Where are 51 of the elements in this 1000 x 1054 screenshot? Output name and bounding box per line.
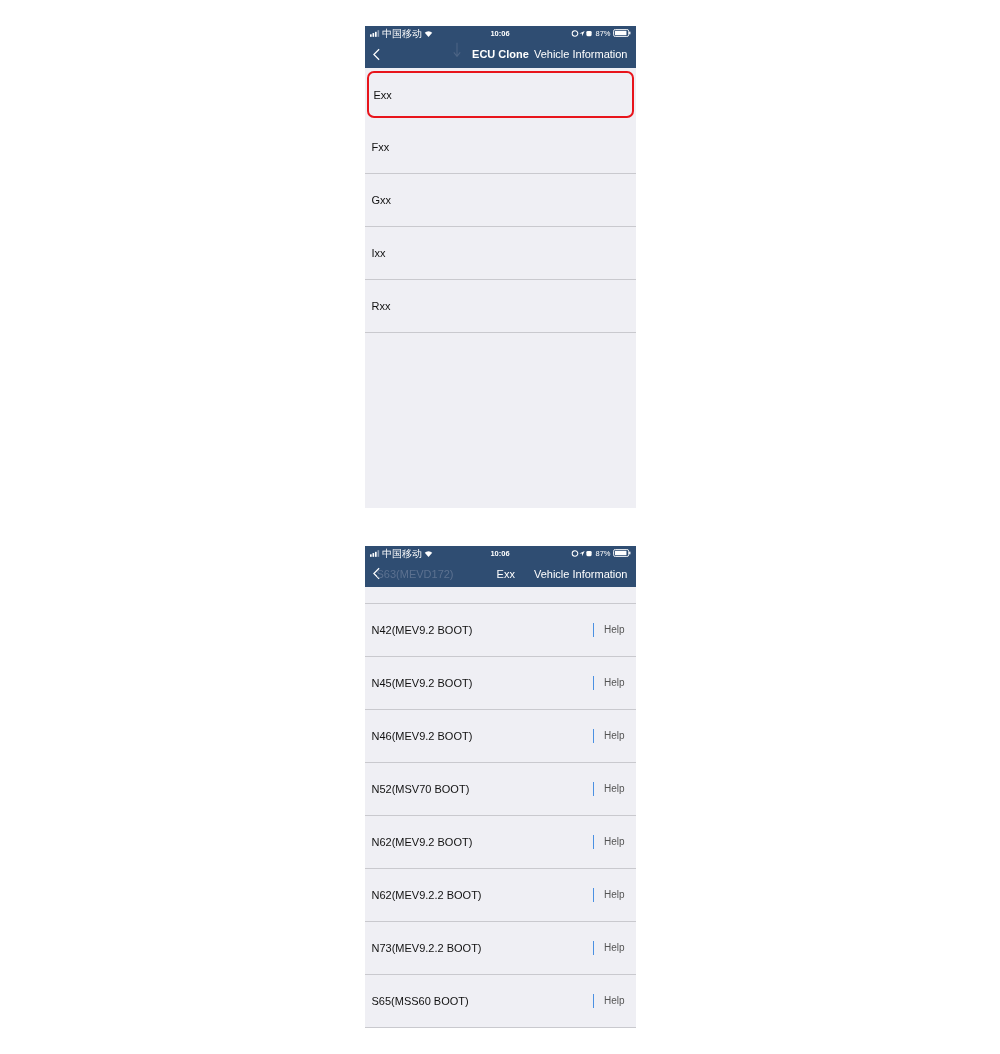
help-link[interactable]: Help <box>592 782 625 796</box>
nav-subtitle: Vehicle Information <box>533 567 628 580</box>
signal-icon <box>369 549 380 557</box>
help-link[interactable]: Help <box>592 835 625 849</box>
item-label: Fxx <box>371 141 390 153</box>
help-link[interactable]: Help <box>592 676 625 690</box>
down-arrow-icon <box>452 42 461 58</box>
item-label: S65(MSS60 BOOT) <box>371 995 469 1007</box>
list-item[interactable]: Fxx <box>364 121 636 174</box>
item-label: N46(MEV9.2 BOOT) <box>371 730 473 742</box>
help-link[interactable]: Help <box>592 729 625 743</box>
list-item[interactable]: N62(MEV9.2 BOOT) Help <box>364 816 636 869</box>
item-label: N62(MEV9.2.2 BOOT) <box>371 889 482 901</box>
help-link[interactable]: Help <box>592 888 625 902</box>
item-label: Ixx <box>371 247 386 259</box>
item-label: N45(MEV9.2 BOOT) <box>371 677 473 689</box>
list-item[interactable]: N52(MSV70 BOOT) Help <box>364 763 636 816</box>
help-link[interactable]: Help <box>592 941 625 955</box>
item-label: Gxx <box>371 194 392 206</box>
nav-title: Exx <box>496 567 515 580</box>
nav-subtitle: Vehicle Information <box>533 48 628 60</box>
signal-icon <box>369 29 380 37</box>
nav-title: ECU Clone <box>472 48 529 60</box>
battery-icon <box>612 549 631 557</box>
list-item[interactable]: N42(MEV9.2 BOOT) Help <box>364 604 636 657</box>
item-label: N42(MEV9.2 BOOT) <box>371 624 473 636</box>
carrier-name: 中国移动 <box>381 547 422 559</box>
list-item[interactable]: Exx <box>366 71 634 118</box>
item-label: N62(MEV9.2 BOOT) <box>371 836 473 848</box>
list-item[interactable]: Gxx <box>364 174 636 227</box>
item-label: Rxx <box>371 300 391 312</box>
carrier-name: 中国移动 <box>381 27 422 39</box>
item-label: N73(MEV9.2.2 BOOT) <box>371 942 482 954</box>
list-item[interactable]: N45(MEV9.2 BOOT) Help <box>364 657 636 710</box>
list-item[interactable]: N62(MEV9.2.2 BOOT) Help <box>364 869 636 922</box>
battery-icon <box>612 29 631 37</box>
item-label: Exx <box>373 88 392 101</box>
status-icons <box>571 29 594 37</box>
wifi-icon <box>423 29 433 37</box>
list-item[interactable]: N46(MEV9.2 BOOT) Help <box>364 710 636 763</box>
item-label: N52(MSV70 BOOT) <box>371 783 470 795</box>
scrolled-row-text: S63(MEVD172) <box>376 568 454 580</box>
help-link[interactable]: Help <box>592 994 625 1008</box>
back-icon[interactable] <box>372 47 380 61</box>
wifi-icon <box>423 549 433 557</box>
list-item[interactable]: S65(MSS60 BOOT) Help <box>364 975 636 1028</box>
list-item[interactable]: Rxx <box>364 280 636 333</box>
status-icons <box>571 549 594 557</box>
help-link[interactable]: Help <box>592 623 625 637</box>
list-item[interactable]: Ixx <box>364 227 636 280</box>
list-item[interactable]: N73(MEV9.2.2 BOOT) Help <box>364 922 636 975</box>
